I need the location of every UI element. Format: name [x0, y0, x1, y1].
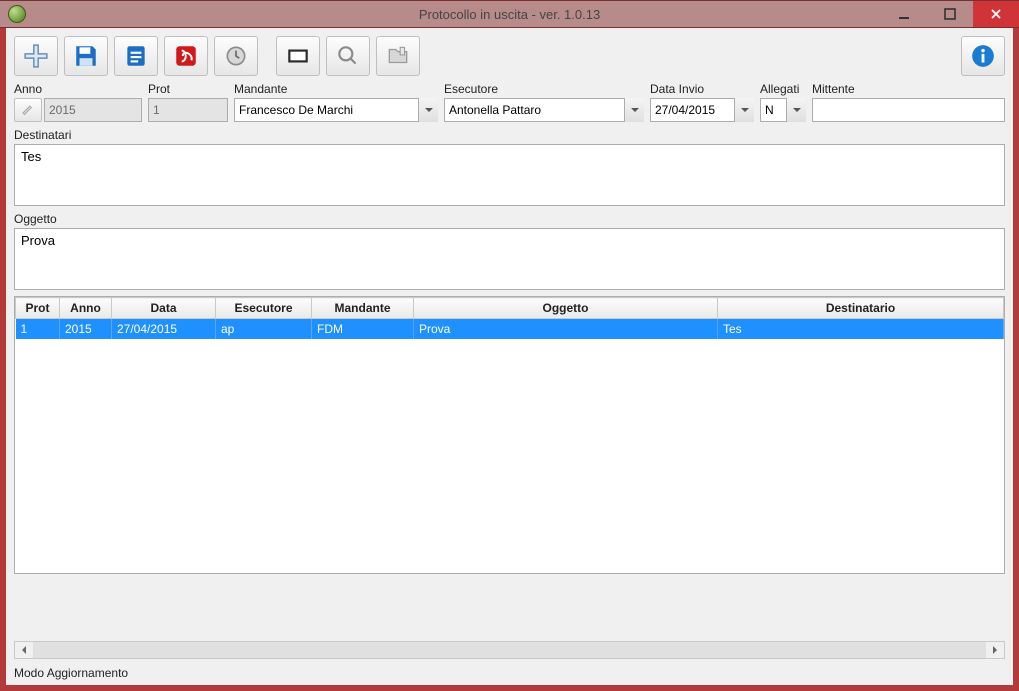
attach-button[interactable]	[376, 36, 420, 76]
table-row[interactable]: 1 2015 27/04/2015 ap FDM Prova Tes	[16, 319, 1004, 339]
document-icon	[123, 43, 149, 69]
prot-field[interactable]	[148, 98, 228, 122]
oggetto-label: Oggetto	[6, 212, 1013, 226]
anno-field[interactable]	[44, 98, 142, 122]
document-button[interactable]	[114, 36, 158, 76]
status-bar: Modo Aggiornamento	[6, 663, 1013, 685]
horizontal-scrollbar[interactable]	[14, 641, 1005, 659]
col-prot[interactable]: Prot	[16, 298, 60, 319]
scroll-right-button[interactable]	[986, 642, 1004, 658]
chevron-down-icon[interactable]	[418, 98, 438, 122]
pdf-icon	[173, 43, 199, 69]
scroll-left-button[interactable]	[15, 642, 33, 658]
close-button[interactable]	[973, 1, 1019, 27]
col-esecutore[interactable]: Esecutore	[216, 298, 312, 319]
pdf-button[interactable]	[164, 36, 208, 76]
cell-esecutore: ap	[216, 319, 312, 339]
col-mandante[interactable]: Mandante	[312, 298, 414, 319]
maximize-button[interactable]	[927, 1, 973, 27]
mandante-combo[interactable]	[234, 98, 438, 122]
col-oggetto[interactable]: Oggetto	[414, 298, 718, 319]
esecutore-label: Esecutore	[444, 82, 644, 96]
chevron-down-icon[interactable]	[734, 98, 754, 122]
edit-anno-button[interactable]	[14, 98, 42, 122]
toolbar	[6, 28, 1013, 82]
col-destinatario[interactable]: Destinatario	[718, 298, 1004, 319]
cell-anno: 2015	[60, 319, 112, 339]
col-anno[interactable]: Anno	[60, 298, 112, 319]
pencil-icon	[21, 103, 35, 117]
form-row: Anno Prot Mandante Esecutore	[6, 82, 1013, 128]
data-invio-label: Data Invio	[650, 82, 754, 96]
search-button[interactable]	[326, 36, 370, 76]
allegati-label: Allegati	[760, 82, 806, 96]
cell-destinatario: Tes	[718, 319, 1004, 339]
mandante-label: Mandante	[234, 82, 438, 96]
add-button[interactable]	[14, 36, 58, 76]
save-icon	[73, 43, 99, 69]
plus-icon	[23, 43, 49, 69]
minimize-button[interactable]	[881, 1, 927, 27]
cell-oggetto: Prova	[414, 319, 718, 339]
mittente-label: Mittente	[812, 82, 1005, 96]
info-icon	[970, 43, 996, 69]
oggetto-textarea[interactable]	[14, 228, 1005, 290]
log-button[interactable]	[214, 36, 258, 76]
clock-icon	[223, 43, 249, 69]
grid-header-row[interactable]: Prot Anno Data Esecutore Mandante Oggett…	[16, 298, 1004, 319]
cell-data: 27/04/2015	[112, 319, 216, 339]
search-icon	[335, 43, 361, 69]
records-grid[interactable]: Prot Anno Data Esecutore Mandante Oggett…	[14, 296, 1005, 574]
col-data[interactable]: Data	[112, 298, 216, 319]
app-icon	[8, 5, 26, 23]
cell-prot: 1	[16, 319, 60, 339]
title-bar: Protocollo in uscita - ver. 1.0.13	[0, 0, 1019, 28]
window-title: Protocollo in uscita - ver. 1.0.13	[0, 7, 1019, 22]
status-text: Modo Aggiornamento	[14, 666, 128, 680]
chevron-down-icon[interactable]	[786, 98, 806, 122]
cell-mandante: FDM	[312, 319, 414, 339]
chevron-down-icon[interactable]	[624, 98, 644, 122]
client-area: Anno Prot Mandante Esecutore	[6, 28, 1013, 685]
esecutore-combo[interactable]	[444, 98, 644, 122]
mittente-field[interactable]	[812, 98, 1005, 122]
save-button[interactable]	[64, 36, 108, 76]
folder-icon	[385, 43, 411, 69]
rectangle-icon	[285, 43, 311, 69]
anno-label: Anno	[14, 82, 142, 96]
destinatari-textarea[interactable]	[14, 144, 1005, 206]
info-button[interactable]	[961, 36, 1005, 76]
view-button[interactable]	[276, 36, 320, 76]
prot-label: Prot	[148, 82, 228, 96]
destinatari-label: Destinatari	[6, 128, 1013, 142]
scroll-track[interactable]	[33, 642, 986, 658]
